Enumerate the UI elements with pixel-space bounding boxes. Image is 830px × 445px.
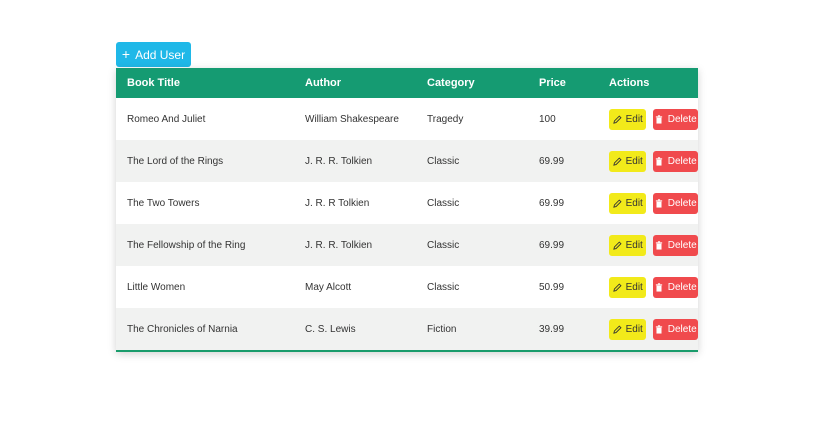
cell-category: Fiction bbox=[427, 323, 457, 335]
cell-book-title: The Two Towers bbox=[127, 197, 200, 209]
delete-button[interactable]: Delete bbox=[653, 108, 698, 130]
cell-actions: Edit Delete bbox=[598, 266, 698, 308]
pencil-icon bbox=[612, 324, 622, 334]
edit-label: Edit bbox=[625, 197, 643, 209]
cell-author: J. R. R. Tolkien bbox=[305, 239, 373, 251]
delete-label: Delete bbox=[667, 155, 697, 167]
delete-label: Delete bbox=[667, 239, 697, 251]
delete-button[interactable]: Delete bbox=[653, 150, 698, 172]
trash-icon bbox=[655, 282, 664, 292]
header-actions: Actions bbox=[609, 77, 650, 89]
pencil-icon bbox=[612, 198, 622, 208]
edit-button[interactable]: Edit bbox=[609, 192, 647, 214]
cell-author: C. S. Lewis bbox=[305, 323, 356, 335]
cell-actions: Edit Delete bbox=[598, 140, 698, 182]
cell-category: Tragedy bbox=[427, 113, 464, 125]
trash-icon bbox=[655, 240, 664, 250]
cell-category: Classic bbox=[427, 239, 460, 251]
edit-label: Edit bbox=[625, 281, 643, 293]
pencil-icon bbox=[612, 282, 622, 292]
cell-actions: Edit Delete bbox=[598, 308, 698, 350]
header-book-title: Book Title bbox=[127, 77, 180, 89]
cell-price: 69.99 bbox=[539, 155, 565, 167]
edit-button[interactable]: Edit bbox=[609, 276, 647, 298]
table-header: Book Title Author Category Price Actions bbox=[116, 68, 698, 98]
table-row: The Two Towers J. R. R Tolkien Classic 6… bbox=[116, 182, 698, 224]
cell-actions: Edit Delete bbox=[598, 98, 698, 140]
cell-author: J. R. R. Tolkien bbox=[305, 155, 373, 167]
plus-icon: + bbox=[121, 46, 131, 62]
cell-price: 100 bbox=[539, 113, 556, 125]
delete-label: Delete bbox=[667, 113, 697, 125]
cell-author: May Alcott bbox=[305, 281, 352, 293]
cell-book-title: The Chronicles of Narnia bbox=[127, 323, 238, 335]
trash-icon bbox=[655, 114, 664, 124]
edit-button[interactable]: Edit bbox=[609, 150, 647, 172]
add-user-button[interactable]: + Add User bbox=[116, 42, 191, 67]
trash-icon bbox=[655, 198, 664, 208]
cell-book-title: The Lord of the Rings bbox=[127, 155, 224, 167]
page: + Add User Book Title Author Category Pr… bbox=[0, 0, 830, 445]
header-author: Author bbox=[305, 77, 342, 89]
trash-icon bbox=[655, 156, 664, 166]
table-row: Romeo And Juliet William Shakespeare Tra… bbox=[116, 98, 698, 140]
cell-actions: Edit Delete bbox=[598, 224, 698, 266]
row-actions: Edit Delete bbox=[609, 318, 698, 340]
row-actions: Edit Delete bbox=[609, 108, 698, 130]
edit-label: Edit bbox=[625, 155, 643, 167]
pencil-icon bbox=[612, 114, 622, 124]
edit-button[interactable]: Edit bbox=[609, 318, 647, 340]
table-row: The Lord of the Rings J. R. R. Tolkien C… bbox=[116, 140, 698, 182]
cell-category: Classic bbox=[427, 155, 460, 167]
cell-price: 69.99 bbox=[539, 239, 565, 251]
cell-author: William Shakespeare bbox=[305, 113, 399, 125]
delete-button[interactable]: Delete bbox=[653, 234, 698, 256]
pencil-icon bbox=[612, 240, 622, 250]
cell-author: J. R. R Tolkien bbox=[305, 197, 370, 209]
edit-label: Edit bbox=[625, 113, 643, 125]
cell-book-title: The Fellowship of the Ring bbox=[127, 239, 246, 251]
edit-button[interactable]: Edit bbox=[609, 108, 647, 130]
row-actions: Edit Delete bbox=[609, 276, 698, 298]
table-row: Little Women May Alcott Classic 50.99 Ed… bbox=[116, 266, 698, 308]
table-body: Romeo And Juliet William Shakespeare Tra… bbox=[116, 98, 698, 350]
header-category: Category bbox=[427, 77, 475, 89]
table-row: The Fellowship of the Ring J. R. R. Tolk… bbox=[116, 224, 698, 266]
delete-button[interactable]: Delete bbox=[653, 318, 698, 340]
books-table: Book Title Author Category Price Actions… bbox=[116, 68, 698, 350]
table-row: The Chronicles of Narnia C. S. Lewis Fic… bbox=[116, 308, 698, 350]
cell-price: 50.99 bbox=[539, 281, 565, 293]
header-price: Price bbox=[539, 77, 566, 89]
edit-label: Edit bbox=[625, 323, 643, 335]
pencil-icon bbox=[612, 156, 622, 166]
cell-category: Classic bbox=[427, 281, 460, 293]
cell-book-title: Little Women bbox=[127, 281, 186, 293]
add-user-label: Add User bbox=[135, 47, 186, 62]
cell-category: Classic bbox=[427, 197, 460, 209]
row-actions: Edit Delete bbox=[609, 192, 698, 214]
books-table-container: Book Title Author Category Price Actions… bbox=[116, 68, 698, 352]
delete-label: Delete bbox=[667, 197, 697, 209]
header-row: Book Title Author Category Price Actions bbox=[116, 68, 698, 98]
trash-icon bbox=[655, 324, 664, 334]
delete-label: Delete bbox=[667, 323, 697, 335]
delete-label: Delete bbox=[667, 281, 697, 293]
delete-button[interactable]: Delete bbox=[653, 192, 698, 214]
cell-book-title: Romeo And Juliet bbox=[127, 113, 206, 125]
row-actions: Edit Delete bbox=[609, 150, 698, 172]
edit-label: Edit bbox=[625, 239, 643, 251]
edit-button[interactable]: Edit bbox=[609, 234, 647, 256]
cell-actions: Edit Delete bbox=[598, 182, 698, 224]
cell-price: 39.99 bbox=[539, 323, 565, 335]
delete-button[interactable]: Delete bbox=[653, 276, 698, 298]
cell-price: 69.99 bbox=[539, 197, 565, 209]
row-actions: Edit Delete bbox=[609, 234, 698, 256]
